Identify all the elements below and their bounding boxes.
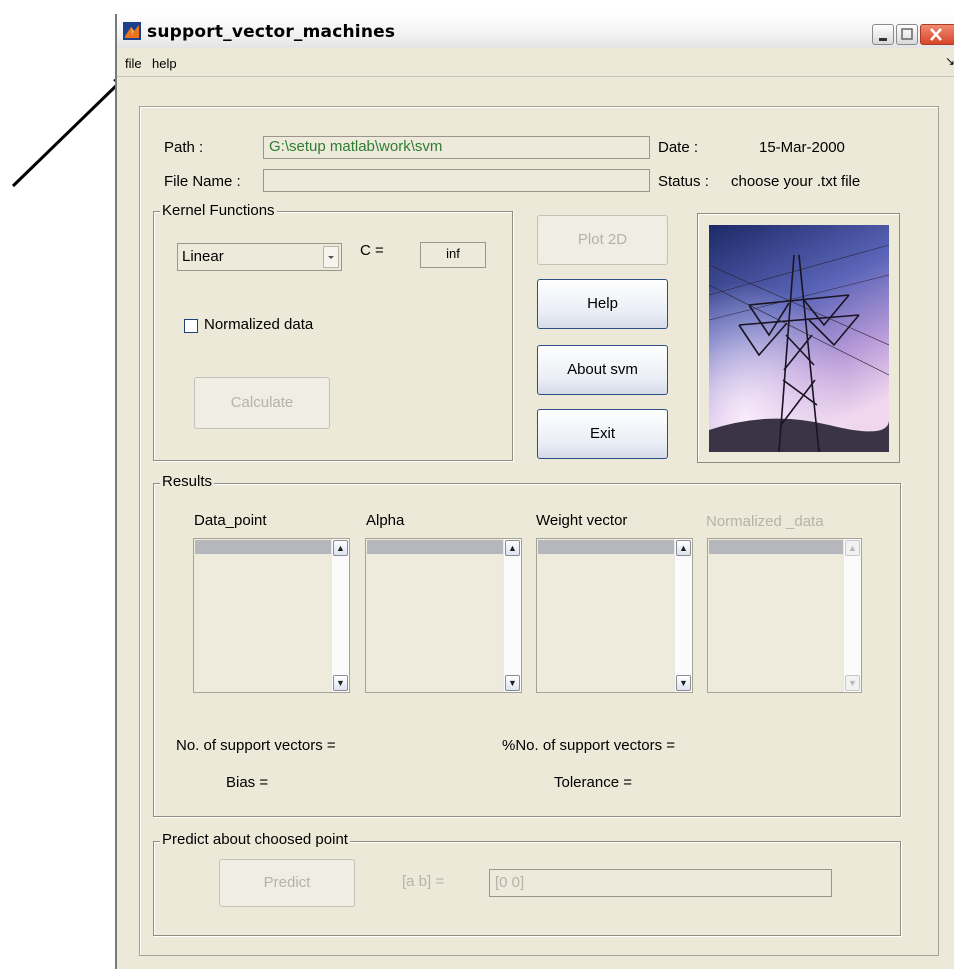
maximize-icon bbox=[901, 28, 913, 40]
scrollbar[interactable]: ▲ ▼ bbox=[331, 539, 349, 692]
plot-2d-button[interactable]: Plot 2D bbox=[537, 215, 668, 265]
calculate-button[interactable]: Calculate bbox=[194, 377, 330, 429]
filename-field[interactable] bbox=[263, 169, 650, 192]
chevron-up-icon[interactable]: ▲ bbox=[505, 540, 520, 556]
status-label: Status : bbox=[658, 173, 709, 190]
menu-file[interactable]: file bbox=[125, 56, 142, 71]
status-value: choose your .txt file bbox=[731, 173, 861, 190]
scrollbar[interactable]: ▲ ▼ bbox=[843, 539, 861, 692]
window-title: support_vector_machines bbox=[147, 22, 396, 42]
normalized-data-label: Normalized data bbox=[204, 316, 314, 333]
column-alpha: Alpha bbox=[366, 512, 405, 529]
menu-help[interactable]: help bbox=[152, 56, 177, 71]
kernel-functions-title: Kernel Functions bbox=[160, 202, 277, 219]
menu-overflow-icon[interactable]: ↘ bbox=[945, 54, 954, 68]
minimize-button[interactable] bbox=[872, 24, 894, 45]
bias-label: Bias = bbox=[226, 774, 269, 791]
normalized-data-listbox[interactable]: ▲ ▼ bbox=[707, 538, 862, 693]
menu-bar: file help ↘ bbox=[117, 50, 954, 77]
main-panel: Path : G:\setup matlab\work\svm Date : 1… bbox=[139, 106, 939, 956]
maximize-button[interactable] bbox=[896, 24, 918, 45]
list-selected-row bbox=[709, 540, 843, 554]
predict-button[interactable]: Predict bbox=[219, 859, 355, 907]
app-window: support_vector_machines file help ↘ Path… bbox=[115, 14, 954, 969]
path-field: G:\setup matlab\work\svm bbox=[263, 136, 650, 159]
kernel-select-dropdown[interactable] bbox=[323, 246, 339, 268]
chevron-down-icon[interactable]: ▼ bbox=[676, 675, 691, 691]
kernel-select[interactable]: Linear bbox=[177, 243, 342, 271]
exit-button[interactable]: Exit bbox=[537, 409, 668, 459]
ab-label: [a b] = bbox=[402, 873, 445, 890]
close-icon bbox=[930, 28, 942, 41]
chevron-down-icon bbox=[328, 256, 334, 259]
chevron-up-icon[interactable]: ▲ bbox=[845, 540, 860, 556]
list-selected-row bbox=[195, 540, 331, 554]
predict-title: Predict about choosed point bbox=[160, 831, 350, 848]
minimize-icon bbox=[879, 38, 887, 41]
scrollbar[interactable]: ▲ ▼ bbox=[503, 539, 521, 692]
matlab-logo-icon bbox=[123, 22, 141, 40]
chevron-up-icon[interactable]: ▲ bbox=[333, 540, 348, 556]
alpha-listbox[interactable]: ▲ ▼ bbox=[365, 538, 522, 693]
support-vectors-label: No. of support vectors = bbox=[176, 737, 336, 754]
path-label: Path : bbox=[164, 139, 204, 156]
kernel-select-value: Linear bbox=[182, 248, 224, 265]
close-button[interactable] bbox=[920, 24, 954, 45]
scrollbar[interactable]: ▲ ▼ bbox=[674, 539, 692, 692]
data-point-listbox[interactable]: ▲ ▼ bbox=[193, 538, 350, 693]
normalized-data-checkbox[interactable] bbox=[184, 319, 198, 333]
weight-vector-listbox[interactable]: ▲ ▼ bbox=[536, 538, 693, 693]
filename-label: File Name : bbox=[164, 173, 241, 190]
chevron-down-icon[interactable]: ▼ bbox=[845, 675, 860, 691]
about-svm-button[interactable]: About svm bbox=[537, 345, 668, 395]
column-data-point: Data_point bbox=[194, 512, 267, 529]
list-selected-row bbox=[538, 540, 674, 554]
tolerance-label: Tolerance = bbox=[554, 774, 632, 791]
ab-input[interactable]: [0 0] bbox=[489, 869, 832, 897]
c-value-field[interactable]: inf bbox=[420, 242, 486, 268]
results-title: Results bbox=[160, 473, 215, 490]
date-label: Date : bbox=[658, 139, 699, 156]
chevron-down-icon[interactable]: ▼ bbox=[505, 675, 520, 691]
title-bar[interactable]: support_vector_machines bbox=[117, 14, 954, 48]
date-value: 15-Mar-2000 bbox=[759, 139, 845, 156]
power-tower-image bbox=[709, 225, 889, 452]
c-label: C = bbox=[360, 242, 384, 259]
percent-support-vectors-label: %No. of support vectors = bbox=[502, 737, 675, 754]
list-selected-row bbox=[367, 540, 503, 554]
chevron-down-icon[interactable]: ▼ bbox=[333, 675, 348, 691]
help-button[interactable]: Help bbox=[537, 279, 668, 329]
column-normalized-data: Normalized _data bbox=[706, 513, 824, 530]
chevron-up-icon[interactable]: ▲ bbox=[676, 540, 691, 556]
column-weight-vector: Weight vector bbox=[536, 512, 628, 529]
